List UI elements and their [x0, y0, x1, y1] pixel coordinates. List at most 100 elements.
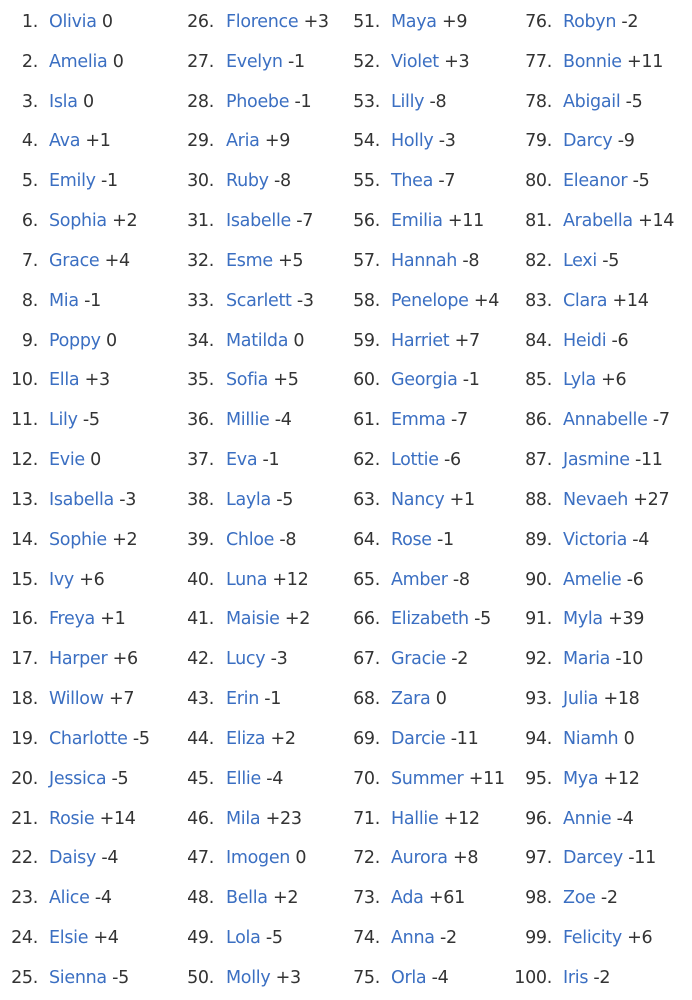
- name-link[interactable]: Eleanor: [563, 171, 628, 191]
- list-item: 76. Robyn -2: [0, 10, 692, 34]
- name-link[interactable]: Zoe: [563, 888, 596, 908]
- name-link[interactable]: Lyla: [563, 370, 596, 390]
- name-link[interactable]: Maria: [563, 649, 610, 669]
- list-item: 87. Jasmine -11: [0, 448, 692, 472]
- list-item: 77. Bonnie +11: [0, 50, 692, 74]
- rank-change: -2: [593, 967, 611, 988]
- rank-change: +6: [627, 928, 653, 949]
- list-item: 81. Arabella +14: [0, 209, 692, 233]
- rank-number: 95.: [525, 768, 552, 789]
- rank-number: 89.: [525, 529, 552, 550]
- name-link[interactable]: Victoria: [563, 530, 627, 550]
- rank-number: 81.: [525, 211, 552, 232]
- name-link[interactable]: Felicity: [563, 928, 622, 948]
- rank-number: 84.: [525, 330, 552, 351]
- rank-change: -11: [628, 848, 656, 869]
- rank-number: 82.: [525, 250, 552, 271]
- name-link[interactable]: Julia: [563, 689, 599, 709]
- list-item: 88. Nevaeh +27: [0, 488, 692, 512]
- rank-number: 76.: [525, 12, 552, 32]
- list-item: 100. Iris -2: [0, 966, 692, 990]
- name-link[interactable]: Nevaeh: [563, 490, 628, 510]
- rank-change: -7: [652, 410, 670, 431]
- rank-change: -10: [615, 649, 644, 670]
- rank-change: +18: [603, 689, 640, 710]
- rank-change: -4: [632, 529, 650, 550]
- rank-change: -5: [625, 91, 643, 112]
- name-link[interactable]: Mya: [563, 769, 599, 789]
- rank-number: 80.: [525, 171, 552, 192]
- name-link[interactable]: Clara: [563, 291, 608, 311]
- name-link[interactable]: Niamh: [563, 729, 619, 749]
- rank-number: 92.: [525, 649, 552, 670]
- name-link[interactable]: Arabella: [563, 211, 633, 231]
- rank-number: 97.: [525, 848, 552, 869]
- list-item: 95. Mya +12: [0, 767, 692, 791]
- name-link[interactable]: Bonnie: [563, 52, 622, 72]
- rank-change: -9: [617, 131, 635, 152]
- rank-change: +12: [603, 768, 640, 789]
- name-link[interactable]: Annabelle: [563, 410, 648, 430]
- rank-change: -5: [632, 171, 650, 192]
- rank-change: +27: [633, 489, 670, 510]
- rank-change: +6: [601, 370, 627, 391]
- name-link[interactable]: Darcey: [563, 848, 623, 868]
- list-item: 94. Niamh 0: [0, 727, 692, 751]
- rank-change: -11: [634, 450, 663, 471]
- rank-number: 88.: [525, 489, 552, 510]
- rank-change: -6: [626, 569, 644, 590]
- rank-change: -5: [602, 250, 620, 271]
- rank-change: +14: [612, 290, 649, 311]
- rank-number: 91.: [525, 609, 552, 630]
- name-link[interactable]: Abigail: [563, 92, 621, 112]
- list-item: 80. Eleanor -5: [0, 169, 692, 193]
- rank-number: 79.: [525, 131, 552, 152]
- name-link[interactable]: Darcy: [563, 131, 613, 151]
- rank-change: -4: [616, 808, 634, 829]
- name-link[interactable]: Annie: [563, 809, 612, 829]
- name-link[interactable]: Iris: [563, 968, 588, 988]
- rank-change: +39: [608, 609, 645, 630]
- rank-number: 98.: [525, 888, 552, 909]
- name-link[interactable]: Lexi: [563, 251, 597, 271]
- rank-number: 77.: [525, 51, 552, 72]
- list-item: 96. Annie -4: [0, 807, 692, 831]
- rank-change: -2: [621, 12, 639, 32]
- list-item: 91. Myla +39: [0, 607, 692, 631]
- list-item: 86. Annabelle -7: [0, 408, 692, 432]
- rank-number: 78.: [525, 91, 552, 112]
- name-link[interactable]: Heidi: [563, 331, 607, 351]
- rank-number: 86.: [525, 410, 552, 431]
- rank-change: -6: [611, 330, 629, 351]
- rank-number: 94.: [525, 728, 552, 749]
- list-item: 97. Darcey -11: [0, 846, 692, 870]
- rank-change: -2: [600, 888, 618, 909]
- name-link[interactable]: Amelie: [563, 570, 622, 590]
- rank-number: 87.: [525, 450, 552, 471]
- rank-number: 99.: [525, 928, 552, 949]
- rank-change: +14: [638, 211, 675, 232]
- list-item: 92. Maria -10: [0, 647, 692, 671]
- rank-number: 93.: [525, 689, 552, 710]
- rank-number: 100.: [514, 967, 552, 988]
- name-link[interactable]: Myla: [563, 609, 603, 629]
- rank-number: 96.: [525, 808, 552, 829]
- list-item: 99. Felicity +6: [0, 926, 692, 950]
- list-item: 93. Julia +18: [0, 687, 692, 711]
- name-link[interactable]: Jasmine: [563, 450, 630, 470]
- list-item: 83. Clara +14: [0, 289, 692, 313]
- list-item: 90. Amelie -6: [0, 568, 692, 592]
- rank-change: 0: [623, 728, 635, 749]
- rank-number: 90.: [525, 569, 552, 590]
- list-item: 85. Lyla +6: [0, 368, 692, 392]
- rank-number: 85.: [525, 370, 552, 391]
- rank-number: 83.: [525, 290, 552, 311]
- list-item: 84. Heidi -6: [0, 329, 692, 353]
- list-item: 79. Darcy -9: [0, 129, 692, 153]
- name-link[interactable]: Robyn: [563, 12, 616, 32]
- list-item: 82. Lexi -5: [0, 249, 692, 273]
- list-item: 89. Victoria -4: [0, 528, 692, 552]
- list-item: 98. Zoe -2: [0, 886, 692, 910]
- list-item: 78. Abigail -5: [0, 90, 692, 114]
- rank-change: +11: [627, 51, 664, 72]
